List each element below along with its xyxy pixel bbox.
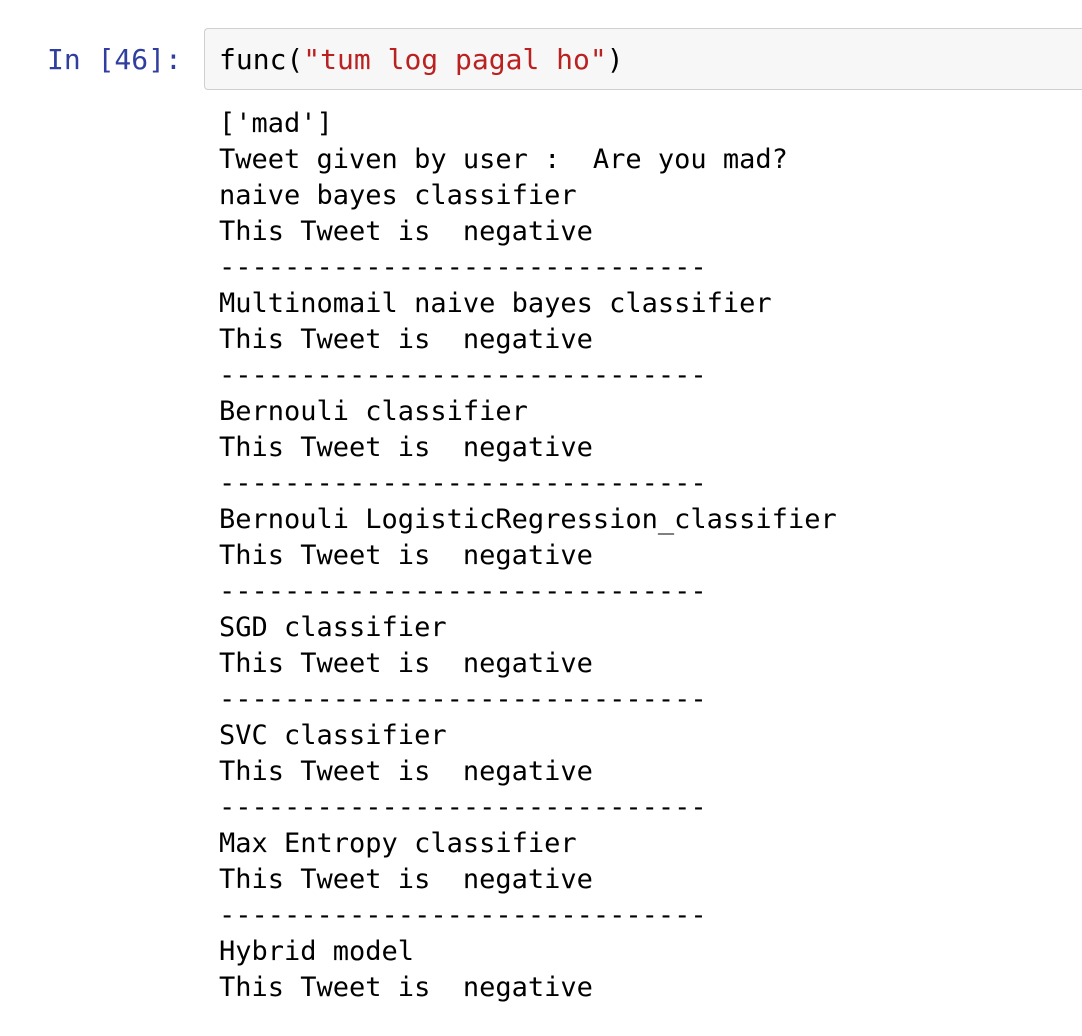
output-line: This Tweet is negative xyxy=(219,864,593,895)
output-line: This Tweet is negative xyxy=(219,432,593,463)
output-line: ------------------------------ xyxy=(219,792,707,823)
code-string-argument: "tum log pagal ho" xyxy=(303,43,607,76)
code-line: func("tum log pagal ho") xyxy=(219,38,624,82)
output-line: This Tweet is negative xyxy=(219,972,593,1003)
cell-output-area: ['mad'] Tweet given by user : Are you mad… xyxy=(219,106,1079,1006)
output-line: Bernouli LogisticRegression_classifier xyxy=(219,504,837,535)
output-line: Tweet given by user : Are you mad? xyxy=(219,144,788,175)
output-line: This Tweet is negative xyxy=(219,216,593,247)
input-prompt: In [46]: xyxy=(47,43,182,76)
output-line: ------------------------------ xyxy=(219,576,707,607)
output-line: This Tweet is negative xyxy=(219,540,593,571)
output-line: This Tweet is negative xyxy=(219,756,593,787)
output-line: Hybrid model xyxy=(219,936,415,967)
output-line: This Tweet is negative xyxy=(219,324,593,355)
output-line: ------------------------------ xyxy=(219,900,707,931)
output-line: ------------------------------ xyxy=(219,252,707,283)
output-line: This Tweet is negative xyxy=(219,648,593,679)
output-line: Multinomail naive bayes classifier xyxy=(219,288,772,319)
output-line: ------------------------------ xyxy=(219,360,707,391)
output-line: SGD classifier xyxy=(219,612,447,643)
code-input-cell[interactable]: func("tum log pagal ho") xyxy=(204,28,1082,90)
output-line: ------------------------------ xyxy=(219,468,707,499)
output-line: ['mad'] xyxy=(219,108,333,139)
output-line: Bernouli classifier xyxy=(219,396,528,427)
output-line: Max Entropy classifier xyxy=(219,828,577,859)
output-line: SVC classifier xyxy=(219,720,447,751)
output-line: naive bayes classifier xyxy=(219,180,577,211)
output-line: ------------------------------ xyxy=(219,684,707,715)
code-call-open: func( xyxy=(219,43,304,76)
code-call-close: ) xyxy=(606,43,624,76)
